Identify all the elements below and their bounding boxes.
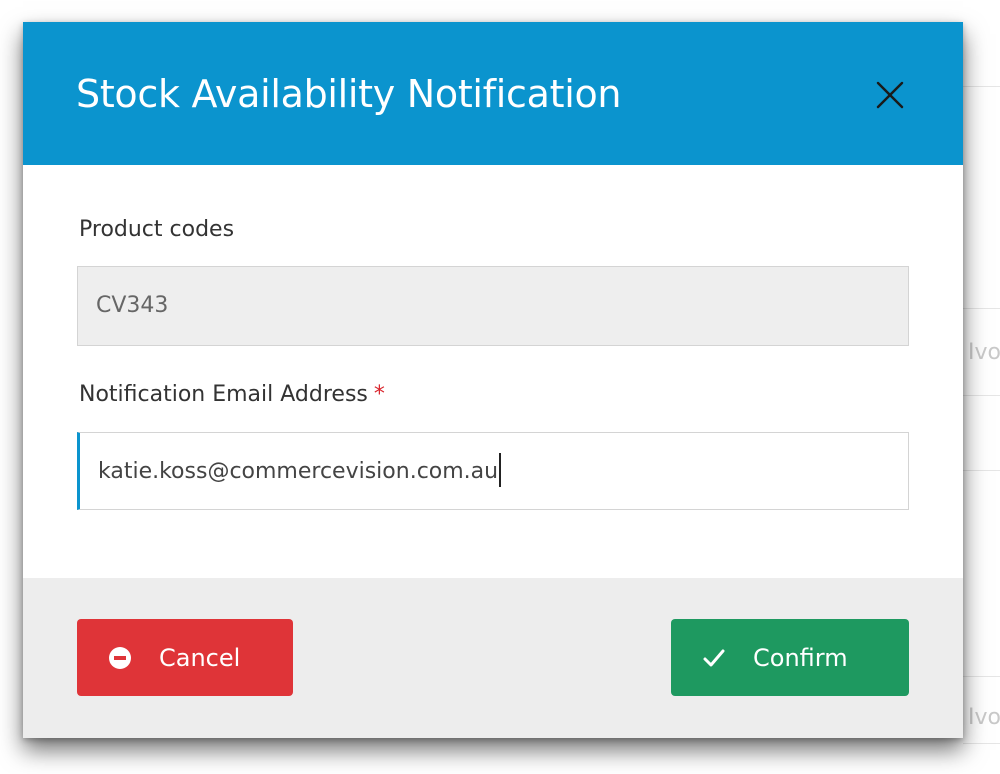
background-divider — [963, 86, 1000, 87]
background-text-fragment: Ivo — [968, 340, 1000, 365]
cancel-label: Cancel — [159, 643, 241, 672]
background-divider — [963, 470, 1000, 471]
minus-circle-icon — [109, 646, 131, 669]
confirm-label: Confirm — [753, 643, 848, 672]
required-marker: * — [373, 382, 385, 407]
background-divider — [963, 676, 1000, 677]
dialog-header: Stock Availability Notification — [23, 22, 963, 165]
text-cursor — [499, 453, 502, 487]
email-field[interactable]: katie.koss@commercevision.com.au — [77, 432, 909, 510]
background-divider — [963, 395, 1000, 396]
email-value: katie.koss@commercevision.com.au — [98, 459, 499, 484]
close-button[interactable] — [873, 77, 909, 113]
email-label-text: Notification Email Address — [79, 382, 368, 407]
confirm-button[interactable]: Confirm — [671, 619, 909, 696]
product-codes-value: CV343 — [96, 293, 169, 318]
product-codes-field: CV343 — [77, 266, 909, 346]
dialog-footer: Cancel Confirm — [23, 578, 963, 738]
background-divider — [963, 308, 1000, 309]
cancel-button[interactable]: Cancel — [77, 619, 293, 696]
check-icon — [703, 649, 725, 666]
background-text-fragment: Ivo — [968, 705, 1000, 730]
product-codes-label: Product codes — [79, 217, 235, 242]
dialog-title: Stock Availability Notification — [76, 72, 622, 116]
background-divider — [963, 743, 1000, 744]
stock-availability-dialog: Stock Availability Notification Product … — [23, 22, 963, 738]
email-field-label: Notification Email Address * — [79, 380, 385, 410]
close-icon — [876, 81, 904, 109]
